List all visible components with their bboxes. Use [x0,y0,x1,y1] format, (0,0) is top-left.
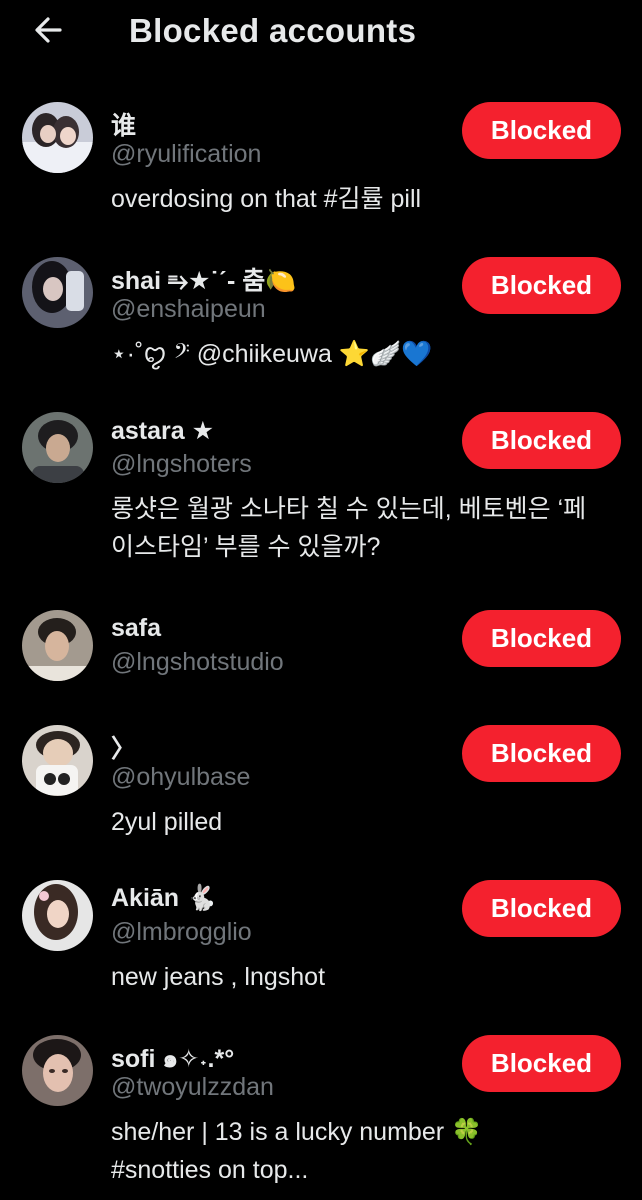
blocked-button[interactable]: Blocked [462,610,621,667]
page-title: Blocked accounts [129,12,417,49]
blocked-button[interactable]: Blocked [462,880,621,937]
blocked-button[interactable]: Blocked [462,102,621,159]
bio: 롱샷은 월광 소나타 칠 수 있는데, 베토벤은 ‘페 이스타임’ 부를 수 있… [111,490,611,566]
bio-line: 이스타임’ 부를 수 있을까? [111,533,381,561]
bio-line: she/her | 13 is a lucky number 🍀 [111,1118,483,1146]
handle: @enshaipeun [111,295,266,323]
blocked-button[interactable]: Blocked [462,412,621,469]
blocked-button[interactable]: Blocked [462,725,621,782]
display-name: safa [111,614,162,642]
handle: @twoyulzzdan [111,1073,274,1101]
bio-line: ⋆·˚ꨄ︎ 𝄢 @chiikeuwa ⭐🪽💙 [111,340,433,368]
display-name: shai ⥱★˙ˊ- 춤🍋 [111,267,297,295]
arrow-left-icon [35,17,62,43]
handle: @lmbrogglio [111,918,252,946]
display-name: 〉 [111,735,137,763]
bio: she/her | 13 is a lucky number 🍀 #snotti… [111,1113,611,1189]
handle: @ryulification [111,140,262,168]
bio-line: overdosing on that #김률 pill [111,185,422,213]
avatar[interactable] [22,412,93,483]
avatar[interactable] [22,102,93,173]
bio-line: new jeans , lngshot [111,963,326,991]
handle: @lngshoters [111,450,252,478]
handle: @ohyulbase [111,763,251,791]
avatar[interactable] [22,610,93,681]
avatar[interactable] [22,1035,93,1106]
bio-line: #snotties on top... [111,1156,309,1184]
back-button[interactable] [30,10,70,50]
bio-line: 롱샷은 월광 소나타 칠 수 있는데, 베토벤은 ‘페 [111,495,587,523]
bio: new jeans , lngshot [111,958,611,996]
bio-line: 2yul pilled [111,808,223,836]
bio: 2yul pilled [111,803,611,841]
avatar[interactable] [22,257,93,328]
top-app-bar: Blocked accounts [0,0,642,70]
bio: ⋆·˚ꨄ︎ 𝄢 @chiikeuwa ⭐🪽💙 [111,335,611,373]
avatar[interactable] [22,725,93,796]
display-name: 谁 [111,112,137,140]
blocked-button[interactable]: Blocked [462,1035,621,1092]
display-name: Akiān 🐇 [111,884,218,912]
avatar[interactable] [22,880,93,951]
blocked-button[interactable]: Blocked [462,257,621,314]
handle: @lngshotstudio [111,648,284,676]
bio: overdosing on that #김률 pill [111,180,611,218]
display-name: astara ★ [111,417,215,445]
